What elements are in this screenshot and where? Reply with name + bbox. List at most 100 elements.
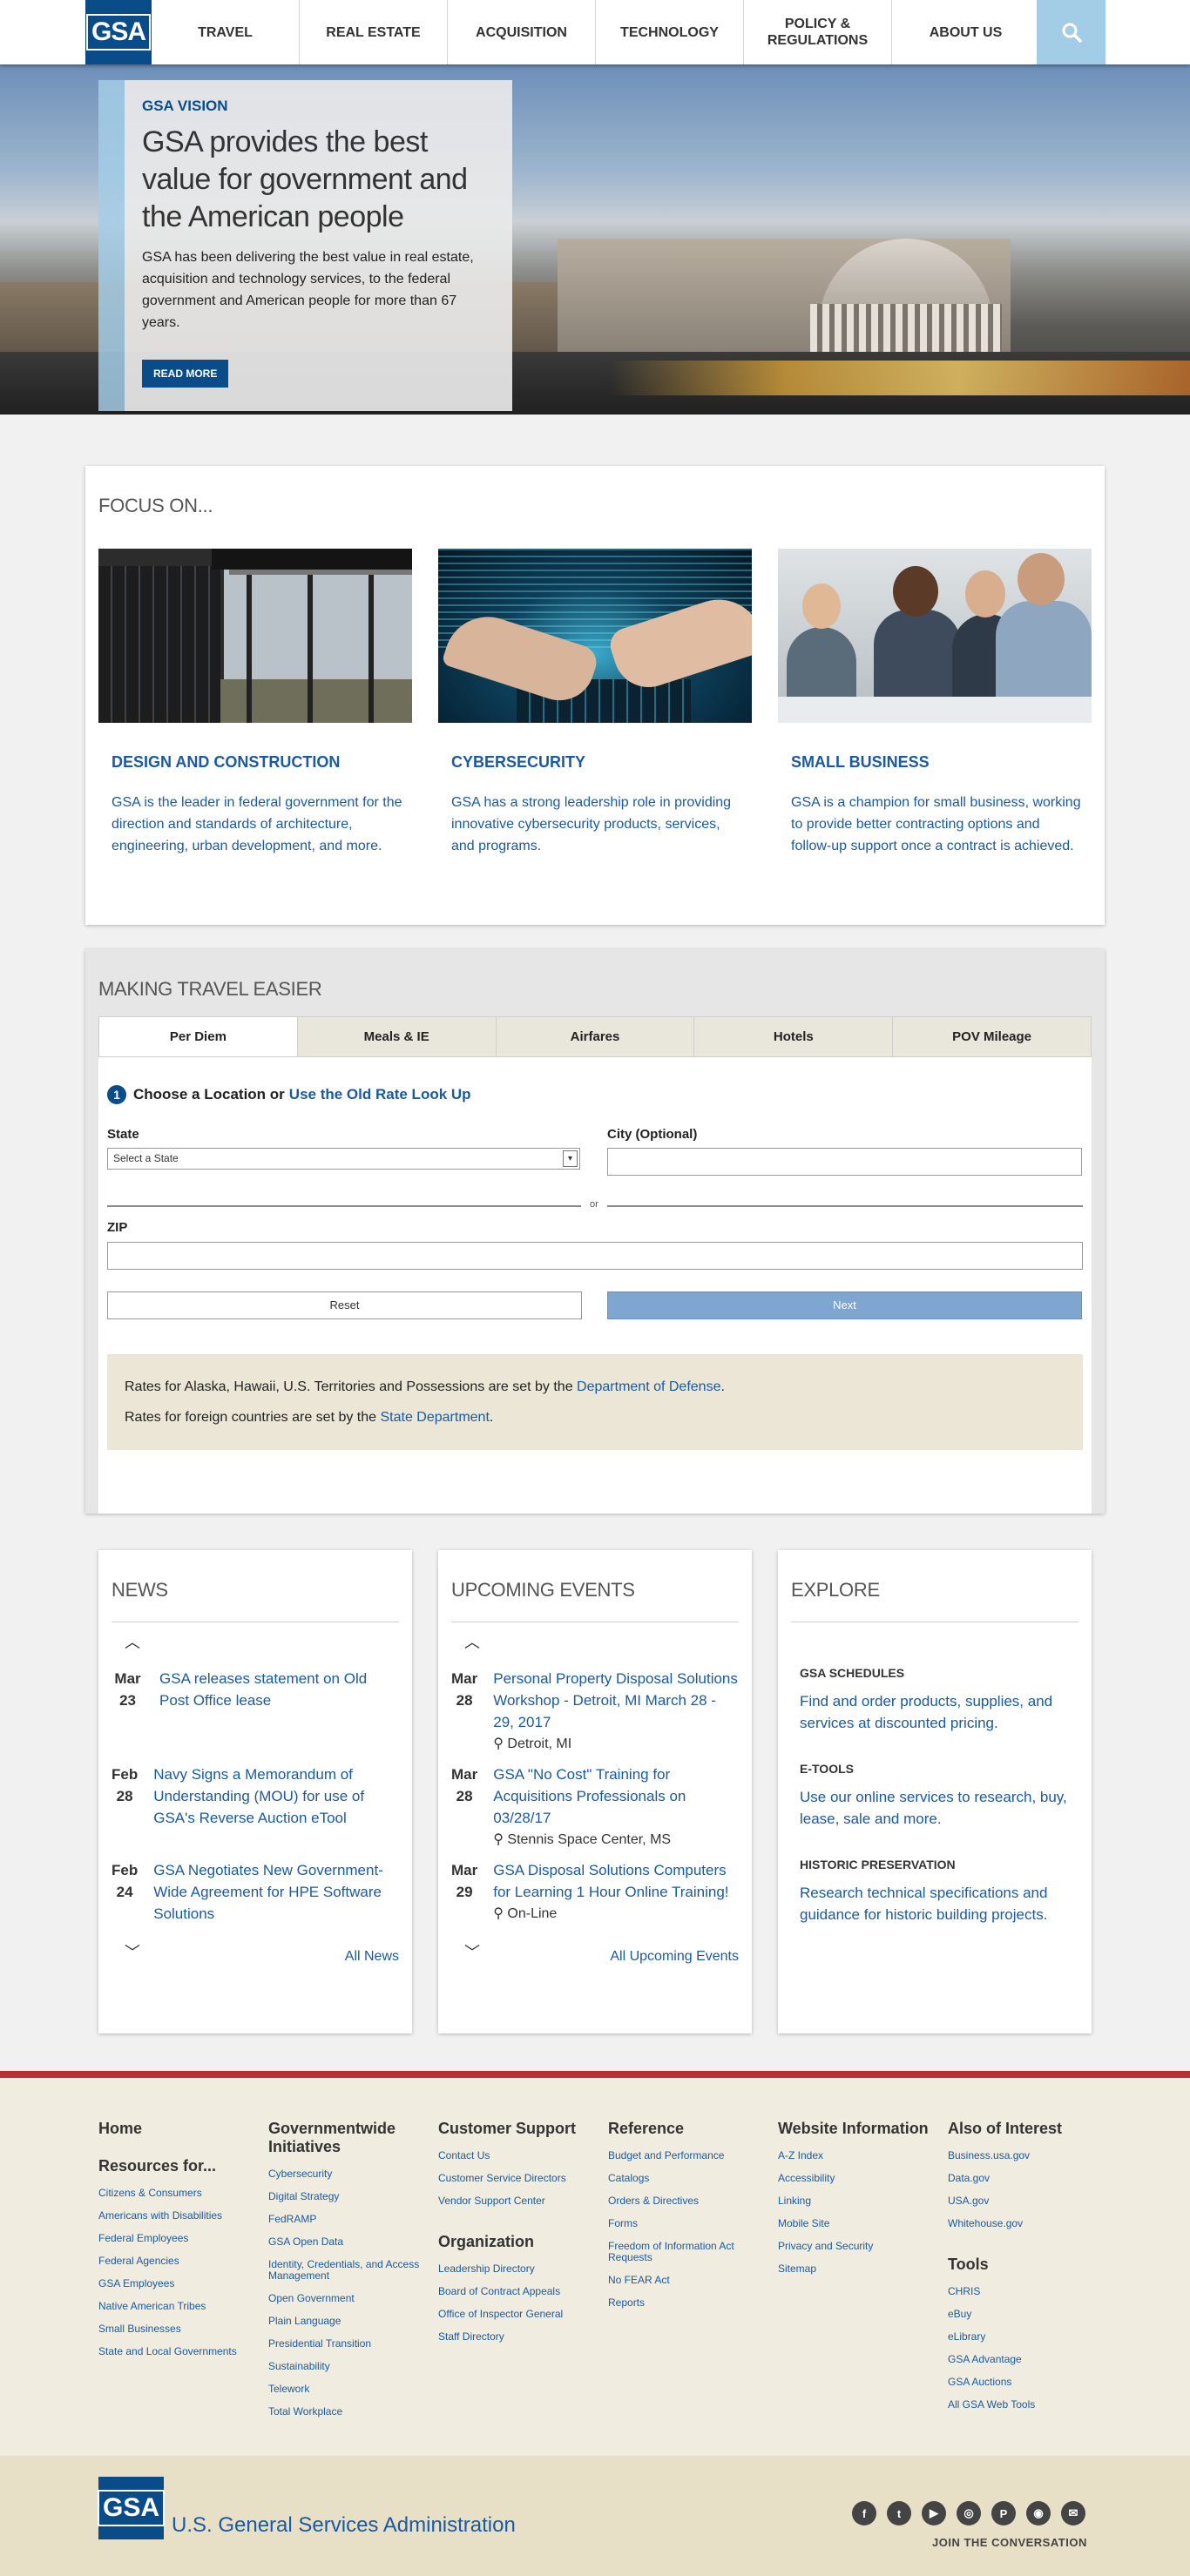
- focus-item-text[interactable]: GSA is the leader in federal government …: [98, 792, 412, 857]
- footer-link[interactable]: Americans with Disabilities: [98, 2210, 255, 2222]
- explore-item-schedules[interactable]: GSA SCHEDULES Find and order products, s…: [800, 1666, 1078, 1734]
- footer-link[interactable]: Sitemap: [778, 2263, 935, 2275]
- footer-link[interactable]: Staff Directory: [438, 2331, 595, 2343]
- search-button[interactable]: [1037, 0, 1105, 64]
- footer-link[interactable]: No FEAR Act: [608, 2275, 765, 2286]
- explore-item-etools[interactable]: E-TOOLS Use our online services to resea…: [800, 1762, 1078, 1830]
- chevron-up-icon[interactable]: ︿: [464, 1630, 480, 1653]
- focus-item-title[interactable]: DESIGN AND CONSTRUCTION: [98, 753, 412, 772]
- footer-link[interactable]: Reports: [608, 2297, 765, 2309]
- tab-meals-ie[interactable]: Meals & IE: [297, 1017, 497, 1056]
- footer-link[interactable]: Vendor Support Center: [438, 2195, 595, 2207]
- instagram-icon[interactable]: ◎: [957, 2501, 981, 2525]
- all-events-link[interactable]: All Upcoming Events: [610, 1949, 739, 1965]
- footer-link[interactable]: Mobile Site: [778, 2218, 935, 2229]
- tab-per-diem[interactable]: Per Diem: [99, 1017, 298, 1056]
- chevron-down-icon[interactable]: ﹀: [464, 1940, 480, 1963]
- footer-link[interactable]: Sustainability: [268, 2361, 425, 2372]
- footer-link[interactable]: Telework: [268, 2384, 425, 2395]
- footer-link[interactable]: A-Z Index: [778, 2150, 935, 2161]
- footer-link[interactable]: eBuy: [948, 2309, 1105, 2320]
- footer-link[interactable]: CHRIS: [948, 2286, 1105, 2297]
- cybersecurity-image[interactable]: [438, 549, 752, 723]
- focus-item-text[interactable]: GSA has a strong leadership role in prov…: [438, 792, 752, 857]
- footer-link[interactable]: USA.gov: [948, 2195, 1105, 2207]
- footer-link[interactable]: GSA Employees: [98, 2278, 255, 2289]
- footer-link[interactable]: GSA Open Data: [268, 2236, 425, 2248]
- news-item[interactable]: Feb 28 Navy Signs a Memorandum of Underst…: [112, 1763, 399, 1829]
- all-news-link[interactable]: All News: [345, 1949, 399, 1965]
- design-construction-image[interactable]: [98, 549, 412, 723]
- footer-link[interactable]: State and Local Governments: [98, 2346, 255, 2357]
- nav-travel[interactable]: TRAVEL: [152, 0, 300, 64]
- footer-link[interactable]: Linking: [778, 2195, 935, 2207]
- footer-link[interactable]: Office of Inspector General: [438, 2309, 595, 2320]
- footer-link[interactable]: Identity, Credentials, and Access Manage…: [268, 2259, 425, 2282]
- footer-link[interactable]: Digital Strategy: [268, 2191, 425, 2202]
- nav-policy-regulations[interactable]: POLICY & REGULATIONS: [744, 0, 892, 64]
- news-item[interactable]: Feb 24 GSA Negotiates New Government-Wide…: [112, 1859, 399, 1925]
- footer-link[interactable]: Customer Service Directors: [438, 2173, 595, 2184]
- read-more-button[interactable]: READ MORE: [142, 360, 229, 388]
- footer-link[interactable]: Catalogs: [608, 2173, 765, 2184]
- agency-name[interactable]: U.S. General Services Administration: [172, 2513, 516, 2538]
- chevron-up-icon[interactable]: ︿: [125, 1630, 140, 1653]
- footer-link[interactable]: Privacy and Security: [778, 2241, 935, 2252]
- focus-item-title[interactable]: CYBERSECURITY: [438, 753, 752, 772]
- footer-link[interactable]: Whitehouse.gov: [948, 2218, 1105, 2229]
- twitter-icon[interactable]: t: [887, 2501, 911, 2525]
- city-input[interactable]: [607, 1148, 1082, 1176]
- footer-link[interactable]: Accessibility: [778, 2173, 935, 2184]
- old-rate-lookup-link[interactable]: Use the Old Rate Look Up: [289, 1086, 471, 1103]
- footer-link[interactable]: Native American Tribes: [98, 2301, 255, 2312]
- news-item[interactable]: Mar 23 GSA releases statement on Old Post…: [112, 1668, 399, 1711]
- footer-link[interactable]: Presidential Transition: [268, 2338, 425, 2350]
- footer-link[interactable]: eLibrary: [948, 2331, 1105, 2343]
- zip-input[interactable]: [107, 1242, 1083, 1270]
- footer-link[interactable]: Board of Contract Appeals: [438, 2286, 595, 2297]
- tab-pov-mileage[interactable]: POV Mileage: [893, 1017, 1091, 1056]
- blog-icon[interactable]: ◉: [1026, 2501, 1051, 2525]
- focus-item-title[interactable]: SMALL BUSINESS: [778, 753, 1092, 772]
- nav-real-estate[interactable]: REAL ESTATE: [300, 0, 448, 64]
- footer-link[interactable]: GSA Auctions: [948, 2377, 1105, 2388]
- footer-link[interactable]: All GSA Web Tools: [948, 2399, 1105, 2411]
- pinterest-icon[interactable]: P: [991, 2501, 1016, 2525]
- footer-link[interactable]: Leadership Directory: [438, 2263, 595, 2275]
- tab-hotels[interactable]: Hotels: [694, 1017, 894, 1056]
- footer-link[interactable]: Federal Employees: [98, 2233, 255, 2244]
- reset-button[interactable]: Reset: [107, 1291, 582, 1319]
- small-business-image[interactable]: [778, 549, 1092, 723]
- footer-home-link[interactable]: Home: [98, 2120, 255, 2138]
- footer-link[interactable]: Forms: [608, 2218, 765, 2229]
- facebook-icon[interactable]: f: [852, 2501, 876, 2525]
- event-item[interactable]: Mar 28 GSA "No Cost" Training for Acquisi…: [451, 1763, 739, 1851]
- footer-link[interactable]: Total Workplace: [268, 2406, 425, 2418]
- nav-acquisition[interactable]: ACQUISITION: [448, 0, 596, 64]
- dod-link[interactable]: Department of Defense: [577, 1379, 720, 1394]
- event-item[interactable]: Mar 29 GSA Disposal Solutions Computers f…: [451, 1859, 739, 1925]
- nav-technology[interactable]: TECHNOLOGY: [596, 0, 744, 64]
- nav-about-us[interactable]: ABOUT US: [892, 0, 1040, 64]
- focus-item-design[interactable]: DESIGN AND CONSTRUCTION GSA is the leade…: [98, 549, 412, 857]
- email-icon[interactable]: ✉: [1061, 2501, 1085, 2525]
- explore-item-historic[interactable]: HISTORIC PRESERVATION Research technical…: [800, 1858, 1078, 1925]
- focus-item-text[interactable]: GSA is a champion for small business, wo…: [778, 792, 1092, 857]
- footer-link[interactable]: Open Government: [268, 2293, 425, 2304]
- youtube-icon[interactable]: ▶: [922, 2501, 946, 2525]
- footer-link[interactable]: Business.usa.gov: [948, 2150, 1105, 2161]
- state-department-link[interactable]: State Department: [380, 1410, 489, 1425]
- chevron-down-icon[interactable]: ﹀: [125, 1940, 140, 1963]
- footer-link[interactable]: Budget and Performance: [608, 2150, 765, 2161]
- focus-item-cybersecurity[interactable]: CYBERSECURITY GSA has a strong leadershi…: [438, 549, 752, 857]
- footer-link[interactable]: Contact Us: [438, 2150, 595, 2161]
- tab-airfares[interactable]: Airfares: [496, 1017, 695, 1056]
- footer-link[interactable]: Cybersecurity: [268, 2168, 425, 2180]
- state-select[interactable]: Select a State ▾: [107, 1148, 580, 1170]
- footer-link[interactable]: Federal Agencies: [98, 2256, 255, 2267]
- event-item[interactable]: Mar 28 Personal Property Disposal Solutio…: [451, 1668, 739, 1755]
- footer-link[interactable]: Orders & Directives: [608, 2195, 765, 2207]
- gsa-logo[interactable]: GSA: [85, 0, 152, 64]
- footer-link[interactable]: GSA Advantage: [948, 2354, 1105, 2365]
- footer-link[interactable]: Citizens & Consumers: [98, 2188, 255, 2199]
